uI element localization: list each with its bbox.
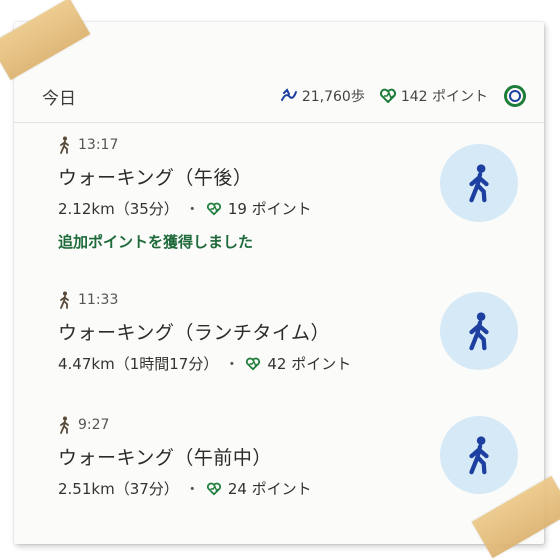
heart-points-icon [206,202,221,215]
activity-type-badge[interactable] [440,292,518,370]
activity-type-badge[interactable] [440,416,518,494]
activity-time: 11:33 [78,292,119,308]
activity-points: 19 ポイント [227,200,312,218]
activity-time: 13:17 [78,137,119,153]
header: 今日 21,760歩 142 ポイント [42,76,526,116]
walk-icon [469,164,489,203]
activity-distance: 4.47km（1時間17分） [58,355,219,373]
bonus-points-message: 追加ポイントを獲得しました [58,233,254,251]
walk-icon [60,291,69,309]
steps-count: 21,760歩 [301,89,365,105]
activity-points: 24 ポイント [227,480,312,498]
walk-icon [469,436,489,475]
activity-type-badge[interactable] [440,144,518,222]
separator-dot: ・ [184,200,200,218]
separator-dot: ・ [184,480,200,498]
steps-icon [280,88,297,101]
points-total: 142 ポイント [400,89,488,105]
page-title: 今日 [42,88,76,109]
activity-points: 42 ポイント [267,355,352,373]
heart-points-icon [206,482,221,495]
heart-points-icon [379,88,396,103]
points-stat: 142 ポイント [379,86,488,106]
activity-ring-icon[interactable] [504,85,526,107]
activity-card: 今日 21,760歩 142 ポイント 13:17 ウォーキング（午後） 2.1… [14,22,544,544]
heart-points-icon [246,357,261,370]
activity-time: 9:27 [78,417,110,433]
walk-icon [60,136,69,154]
walk-icon [469,312,489,351]
activity-distance: 2.12km（35分） [58,200,179,218]
walk-icon [60,416,69,434]
header-stats: 21,760歩 142 ポイント [280,85,526,107]
separator-dot: ・ [224,355,240,373]
activity-distance: 2.51km（37分） [58,480,179,498]
header-divider [14,122,544,123]
steps-stat: 21,760歩 [280,86,365,106]
